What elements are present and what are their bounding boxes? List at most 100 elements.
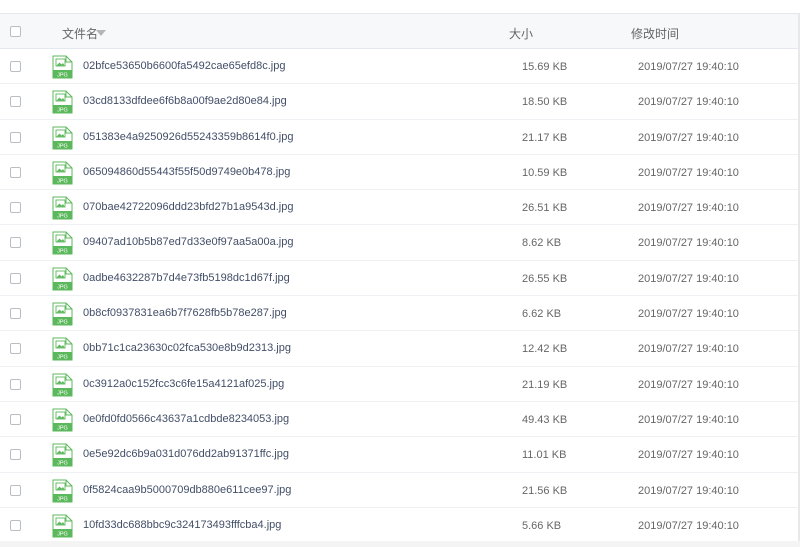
row-checkbox[interactable] (10, 449, 21, 461)
row-checkbox[interactable] (10, 202, 21, 214)
file-name-link[interactable]: 0c3912a0c152fcc3c6fe15a4121af025.jpg (83, 378, 284, 390)
column-header-name[interactable]: 文件名 (62, 25, 98, 42)
jpg-file-icon: JPG (52, 408, 73, 432)
file-size: 21.17 KB (522, 131, 568, 144)
jpg-file-icon: JPG (52, 267, 73, 291)
file-name-link[interactable]: 10fd33dc688bbc9c324173493fffcba4.jpg (83, 519, 281, 531)
file-row[interactable]: JPG 0e5e92dc6b9a031d076dd2ab91371ffc.jpg 1… (0, 437, 800, 473)
file-list-header: 文件名 大小 修改时间 (0, 13, 800, 49)
file-modified-time: 2019/07/27 19:40:10 (638, 166, 739, 179)
file-size: 6.62 KB (522, 308, 562, 321)
jpg-file-icon: JPG (52, 443, 73, 467)
row-checkbox[interactable] (10, 308, 21, 320)
file-row[interactable]: JPG 065094860d55443f55f50d9749e0b478.jpg 1… (0, 155, 800, 191)
row-checkbox[interactable] (10, 96, 21, 108)
file-type-badge: JPG (57, 284, 68, 290)
file-size: 10.59 KB (522, 166, 568, 179)
file-name-link[interactable]: 0e5e92dc6b9a031d076dd2ab91371ffc.jpg (83, 448, 289, 460)
file-modified-time: 2019/07/27 19:40:10 (638, 484, 739, 497)
row-checkbox[interactable] (10, 272, 21, 284)
row-checkbox[interactable] (10, 484, 21, 496)
file-name-link[interactable]: 0bb71c1ca23630c02fca530e8b9d2313.jpg (83, 342, 291, 354)
file-type-badge: JPG (57, 531, 68, 537)
row-checkbox[interactable] (10, 519, 21, 531)
file-type-badge: JPG (57, 249, 68, 255)
file-name-link[interactable]: 051383e4a9250926d55243359b8614f0.jpg (83, 131, 293, 143)
file-size: 26.51 KB (522, 202, 568, 215)
file-name-link[interactable]: 03cd8133dfdee6f6b8a00f9ae2d80e84.jpg (83, 95, 287, 107)
top-strip (0, 0, 800, 14)
column-header-modified-time[interactable]: 修改时间 (631, 25, 679, 42)
file-modified-time: 2019/07/27 19:40:10 (638, 343, 739, 356)
jpg-file-icon: JPG (52, 479, 73, 503)
file-name-link[interactable]: 0b8cf0937831ea6b7f7628fb5b78e287.jpg (83, 307, 287, 319)
file-modified-time: 2019/07/27 19:40:10 (638, 308, 739, 321)
row-checkbox[interactable] (10, 343, 21, 355)
file-type-badge: JPG (57, 320, 68, 326)
jpg-file-icon: JPG (52, 514, 73, 538)
jpg-file-icon: JPG (52, 373, 73, 397)
file-type-badge: JPG (57, 355, 68, 361)
file-size: 18.50 KB (522, 96, 568, 109)
file-modified-time: 2019/07/27 19:40:10 (638, 237, 739, 250)
file-size: 21.56 KB (522, 484, 568, 497)
file-row[interactable]: JPG 09407ad10b5b87ed7d33e0f97aa5a00a.jpg 8… (0, 225, 800, 261)
file-row[interactable]: JPG 0e0fd0fd0566c43637a1cdbde8234053.jpg 4… (0, 402, 800, 438)
file-row[interactable]: JPG 0adbe4632287b7d4e73fb5198dc1d67f.jpg 2… (0, 261, 800, 297)
column-header-size[interactable]: 大小 (509, 25, 533, 42)
file-name-link[interactable]: 02bfce53650b6600fa5492cae65efd8c.jpg (83, 60, 285, 72)
file-size: 21.19 KB (522, 378, 568, 391)
row-checkbox[interactable] (10, 378, 21, 390)
file-type-badge: JPG (57, 496, 68, 502)
file-row[interactable]: JPG 0b8cf0937831ea6b7f7628fb5b78e287.jpg 6… (0, 296, 800, 332)
file-modified-time: 2019/07/27 19:40:10 (638, 61, 739, 73)
file-name-link[interactable]: 09407ad10b5b87ed7d33e0f97aa5a00a.jpg (83, 236, 293, 248)
file-name-link[interactable]: 0adbe4632287b7d4e73fb5198dc1d67f.jpg (83, 272, 290, 284)
file-row[interactable]: JPG 0bb71c1ca23630c02fca530e8b9d2313.jpg 1… (0, 331, 800, 367)
file-size: 12.42 KB (522, 343, 568, 356)
file-row[interactable]: JPG 0f5824caa9b5000709db880e611cee97.jpg 2… (0, 473, 800, 508)
file-name-link[interactable]: 065094860d55443f55f50d9749e0b478.jpg (83, 166, 290, 178)
jpg-file-icon: JPG (52, 302, 73, 326)
jpg-file-icon: JPG (52, 337, 73, 361)
file-row[interactable]: JPG 02bfce53650b6600fa5492cae65efd8c.jpg 1… (0, 49, 800, 85)
file-modified-time: 2019/07/27 19:40:10 (638, 272, 739, 285)
file-type-badge: JPG (57, 108, 68, 114)
row-checkbox[interactable] (10, 131, 21, 143)
file-type-badge: JPG (57, 178, 68, 184)
file-name-link[interactable]: 070bae42722096ddd23bfd27b1a9543d.jpg (83, 201, 293, 213)
file-list: JPG 02bfce53650b6600fa5492cae65efd8c.jpg 1… (0, 49, 800, 544)
file-type-badge: JPG (57, 390, 68, 396)
jpg-file-icon: JPG (52, 196, 73, 220)
file-size: 26.55 KB (522, 272, 568, 285)
file-modified-time: 2019/07/27 19:40:10 (638, 519, 739, 532)
file-modified-time: 2019/07/27 19:40:10 (638, 202, 739, 215)
file-size: 11.01 KB (522, 449, 567, 462)
row-checkbox[interactable] (10, 237, 21, 249)
file-modified-time: 2019/07/27 19:40:10 (638, 131, 739, 144)
file-row[interactable]: JPG 03cd8133dfdee6f6b8a00f9ae2d80e84.jpg 1… (0, 84, 800, 120)
sort-down-icon[interactable] (96, 30, 106, 36)
file-row[interactable]: JPG 10fd33dc688bbc9c324173493fffcba4.jpg 5… (0, 508, 800, 544)
file-name-link[interactable]: 0f5824caa9b5000709db880e611cee97.jpg (83, 484, 291, 496)
select-all-checkbox[interactable] (10, 26, 21, 37)
file-row[interactable]: JPG 0c3912a0c152fcc3c6fe15a4121af025.jpg 2… (0, 367, 800, 402)
file-type-badge: JPG (57, 425, 68, 431)
jpg-file-icon: JPG (52, 126, 73, 150)
file-type-badge: JPG (57, 461, 68, 467)
file-row[interactable]: JPG 051383e4a9250926d55243359b8614f0.jpg 2… (0, 120, 800, 155)
file-type-badge: JPG (57, 214, 68, 220)
file-modified-time: 2019/07/27 19:40:10 (638, 96, 739, 109)
file-modified-time: 2019/07/27 19:40:10 (638, 449, 739, 462)
row-checkbox[interactable] (10, 413, 21, 425)
row-checkbox[interactable] (10, 166, 21, 178)
file-type-badge: JPG (57, 73, 68, 79)
file-size: 15.69 KB (522, 61, 568, 73)
file-name-link[interactable]: 0e0fd0fd0566c43637a1cdbde8234053.jpg (83, 413, 289, 425)
file-size: 5.66 KB (522, 519, 562, 532)
row-checkbox[interactable] (10, 61, 21, 72)
jpg-file-icon: JPG (52, 231, 73, 255)
file-size: 49.43 KB (522, 413, 568, 426)
file-modified-time: 2019/07/27 19:40:10 (638, 378, 739, 391)
file-row[interactable]: JPG 070bae42722096ddd23bfd27b1a9543d.jpg 2… (0, 190, 800, 226)
